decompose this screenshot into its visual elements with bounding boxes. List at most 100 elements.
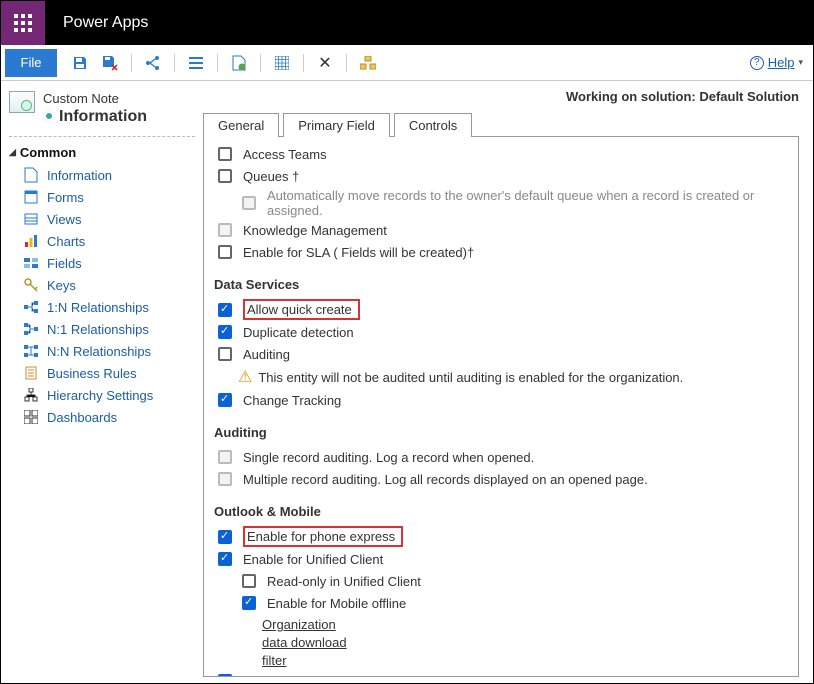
page-icon[interactable]	[227, 51, 251, 75]
grid-icon[interactable]	[270, 51, 294, 75]
link-data-download[interactable]: data download	[262, 634, 788, 652]
nav-hierarchy[interactable]: Hierarchy Settings	[9, 384, 195, 406]
entity-header: Custom Note Information	[9, 91, 195, 137]
key-icon	[23, 277, 39, 293]
warning-icon: ⚠	[238, 367, 252, 387]
nav-section-label: Common	[20, 145, 76, 160]
highlight-quick-create: Allow quick create	[243, 299, 360, 320]
form-panel[interactable]: Access Teams Queues † Automatically move…	[203, 137, 799, 677]
lbl-sla: Enable for SLA ( Fields will be created)…	[243, 245, 474, 260]
lbl-auditing: Auditing	[243, 347, 290, 362]
app-launcher-icon[interactable]	[1, 1, 45, 45]
lbl-multi-audit: Multiple record auditing. Log all record…	[243, 472, 648, 487]
help-icon: ?	[750, 56, 764, 70]
chk-reading-pane[interactable]	[218, 674, 232, 677]
chk-duplicate[interactable]	[218, 325, 232, 339]
save-close-icon[interactable]	[98, 51, 122, 75]
ribbon-commands: ✕	[65, 51, 383, 75]
lbl-duplicate: Duplicate detection	[243, 325, 354, 340]
tab-general[interactable]: General	[203, 113, 279, 137]
nav-dashboards[interactable]: Dashboards	[9, 406, 195, 428]
views-icon	[23, 211, 39, 227]
nav-section-header[interactable]: ◢ Common	[9, 145, 195, 160]
nav-n1[interactable]: N:1 Relationships	[9, 318, 195, 340]
audit-warning: ⚠This entity will not be audited until a…	[214, 367, 788, 387]
nav-bizrules[interactable]: Business Rules	[9, 362, 195, 384]
chk-multi-audit	[218, 472, 232, 486]
dependencies-icon[interactable]	[356, 51, 380, 75]
lbl-mobile-offline: Enable for Mobile offline	[267, 596, 406, 611]
help-menu[interactable]: ? Help ▾	[750, 55, 803, 70]
content-area: Custom Note Information ◢ Common Informa…	[1, 81, 813, 683]
collapse-icon: ◢	[9, 147, 16, 158]
chk-access-teams[interactable]	[218, 147, 232, 161]
right-pane: Working on solution: Default Solution Ge…	[203, 81, 813, 683]
chk-phone-express[interactable]	[218, 530, 232, 544]
chk-mobile-offline[interactable]	[242, 596, 256, 610]
chk-unified-client[interactable]	[218, 552, 232, 566]
entity-title: Information	[43, 108, 147, 126]
nav-charts[interactable]: Charts	[9, 230, 195, 252]
nav-forms[interactable]: Forms	[9, 186, 195, 208]
file-button[interactable]: File	[5, 49, 57, 77]
nav-information[interactable]: Information	[9, 164, 195, 186]
lbl-queues-auto: Automatically move records to the owner'…	[267, 188, 788, 218]
section-data-services: Data Services	[214, 277, 788, 292]
chart-icon	[23, 233, 39, 249]
lbl-single-audit: Single record auditing. Log a record whe…	[243, 450, 534, 465]
section-outlook-mobile: Outlook & Mobile	[214, 504, 788, 519]
dashboard-icon	[23, 409, 39, 425]
lbl-change-tracking: Change Tracking	[243, 393, 341, 408]
help-label: Help	[768, 55, 795, 70]
lbl-queues: Queues †	[243, 169, 299, 184]
link-organization[interactable]: Organization	[262, 616, 788, 634]
solution-status: Working on solution: Default Solution	[203, 89, 799, 104]
chk-sla[interactable]	[218, 245, 232, 259]
nav-keys[interactable]: Keys	[9, 274, 195, 296]
tab-strip: General Primary Field Controls	[203, 112, 799, 137]
highlight-phone-express: Enable for phone express	[243, 526, 403, 547]
rel-nn-icon	[23, 343, 39, 359]
lbl-reading-pane: Reading pane in Dynamics 365 for Outlook	[243, 674, 491, 678]
lbl-unified: Enable for Unified Client	[243, 552, 383, 567]
chevron-down-icon: ▾	[798, 57, 803, 68]
entity-icon	[9, 91, 35, 113]
lbl-readonly-uc: Read-only in Unified Client	[267, 574, 421, 589]
rules-icon	[23, 365, 39, 381]
nav-items: Information Forms Views Charts Fields Ke…	[9, 164, 195, 428]
nav-1n[interactable]: 1:N Relationships	[9, 296, 195, 318]
tab-controls[interactable]: Controls	[394, 113, 472, 137]
chk-auditing[interactable]	[218, 347, 232, 361]
chk-readonly-uc[interactable]	[242, 574, 256, 588]
ribbon: File ✕ ? Help ▾	[1, 45, 813, 81]
nav-nn[interactable]: N:N Relationships	[9, 340, 195, 362]
rel-1n-icon	[23, 299, 39, 315]
lbl-access-teams: Access Teams	[243, 147, 327, 162]
lbl-km: Knowledge Management	[243, 223, 387, 238]
entity-name: Custom Note	[43, 91, 147, 106]
offline-filter-links: Organization data download filter	[214, 616, 788, 670]
fields-icon	[23, 255, 39, 271]
nav-fields[interactable]: Fields	[9, 252, 195, 274]
page-icon	[23, 167, 39, 183]
tab-primary-field[interactable]: Primary Field	[283, 113, 390, 137]
chk-quick-create[interactable]	[218, 303, 232, 317]
top-bar: Power Apps	[1, 1, 813, 45]
list-icon[interactable]	[184, 51, 208, 75]
save-icon[interactable]	[68, 51, 92, 75]
link-filter[interactable]: filter	[262, 652, 788, 670]
form-icon	[23, 189, 39, 205]
chk-km	[218, 223, 232, 237]
chk-queues[interactable]	[218, 169, 232, 183]
app-title: Power Apps	[63, 14, 148, 32]
chk-single-audit	[218, 450, 232, 464]
section-auditing: Auditing	[214, 425, 788, 440]
chk-queues-auto	[242, 196, 256, 210]
hierarchy-icon	[23, 387, 39, 403]
chk-change-tracking[interactable]	[218, 393, 232, 407]
relationships-icon[interactable]	[141, 51, 165, 75]
nav-views[interactable]: Views	[9, 208, 195, 230]
rel-n1-icon	[23, 321, 39, 337]
left-pane: Custom Note Information ◢ Common Informa…	[1, 81, 203, 683]
delete-icon[interactable]: ✕	[313, 51, 337, 75]
